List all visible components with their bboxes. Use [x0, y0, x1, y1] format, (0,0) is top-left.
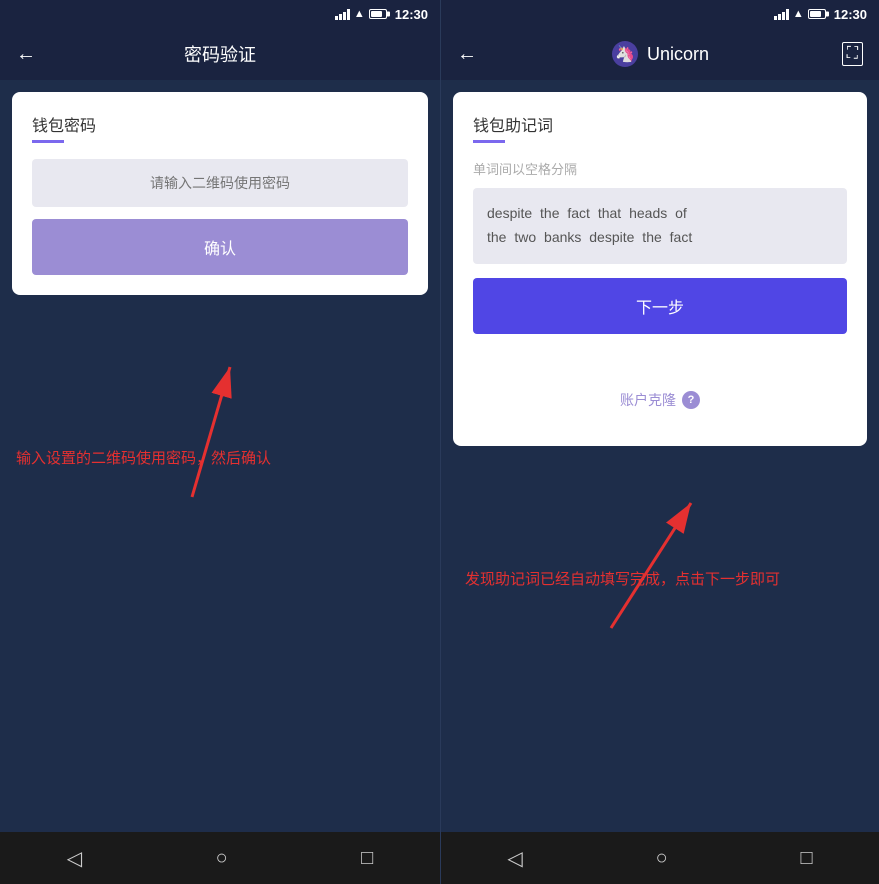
- right-nav-bar: ← 🦄 Unicorn ⛶: [441, 28, 879, 80]
- right-battery-icon: [808, 9, 826, 19]
- left-arrow: [0, 307, 440, 507]
- left-section-title: 钱包密码: [32, 112, 408, 136]
- right-status-bar: ▲ 12:30: [441, 0, 879, 28]
- svg-text:🦄: 🦄: [615, 44, 635, 63]
- left-menu-nav-icon[interactable]: □: [361, 847, 373, 870]
- right-back-button[interactable]: ←: [457, 43, 477, 66]
- left-time: 12:30: [395, 7, 428, 22]
- right-bottom-nav: ◁ ○ □: [441, 832, 879, 884]
- right-wifi-icon: ▲: [793, 8, 804, 20]
- left-home-nav-icon[interactable]: ○: [216, 847, 228, 870]
- right-section-title: 钱包助记词: [473, 112, 847, 136]
- right-title-underline: [473, 140, 505, 143]
- right-time: 12:30: [834, 7, 867, 22]
- right-status-icons: ▲: [774, 8, 826, 20]
- mnemonic-subtitle: 单词间以空格分隔: [473, 159, 847, 178]
- left-title-underline: [32, 140, 64, 143]
- left-nav-bar: ← 密码验证: [0, 28, 440, 80]
- account-clone-label: 账户克隆: [620, 390, 676, 410]
- left-status-icons: ▲: [335, 8, 387, 20]
- account-clone-info-icon[interactable]: ?: [682, 391, 700, 409]
- left-back-button[interactable]: ←: [16, 43, 36, 66]
- right-back-nav-icon[interactable]: ◁: [507, 846, 522, 871]
- left-annotation-area: 输入设置的二维码使用密码，然后确认: [0, 307, 440, 587]
- signal-icon: [335, 8, 350, 20]
- left-content-card: 钱包密码 确认: [12, 92, 428, 295]
- right-arrow: [471, 458, 831, 638]
- expand-icon[interactable]: ⛶: [842, 42, 863, 66]
- right-signal-icon: [774, 8, 789, 20]
- right-menu-nav-icon[interactable]: □: [800, 847, 812, 870]
- right-content-card: 钱包助记词 单词间以空格分隔 despite the fact that hea…: [453, 92, 867, 446]
- password-input[interactable]: [32, 159, 408, 207]
- left-back-nav-icon[interactable]: ◁: [67, 846, 82, 871]
- right-annotation-area: 发现助记词已经自动填写完成，点击下一步即可: [441, 458, 879, 678]
- confirm-button[interactable]: 确认: [32, 219, 408, 275]
- next-button[interactable]: 下一步: [473, 278, 847, 334]
- left-status-bar: ▲ 12:30: [0, 0, 440, 28]
- right-nav-title: Unicorn: [647, 44, 709, 65]
- battery-icon: [369, 9, 387, 19]
- unicorn-logo-icon: 🦄: [611, 40, 639, 68]
- left-nav-title: 密码验证: [184, 41, 256, 67]
- left-bottom-nav: ◁ ○ □: [0, 832, 440, 884]
- wifi-icon: ▲: [354, 8, 365, 20]
- mnemonic-text: despite the fact that heads of the two b…: [473, 188, 847, 264]
- right-home-nav-icon[interactable]: ○: [656, 847, 668, 870]
- right-nav-logo: 🦄 Unicorn: [611, 40, 709, 68]
- account-clone-section: 账户克隆 ?: [473, 374, 847, 426]
